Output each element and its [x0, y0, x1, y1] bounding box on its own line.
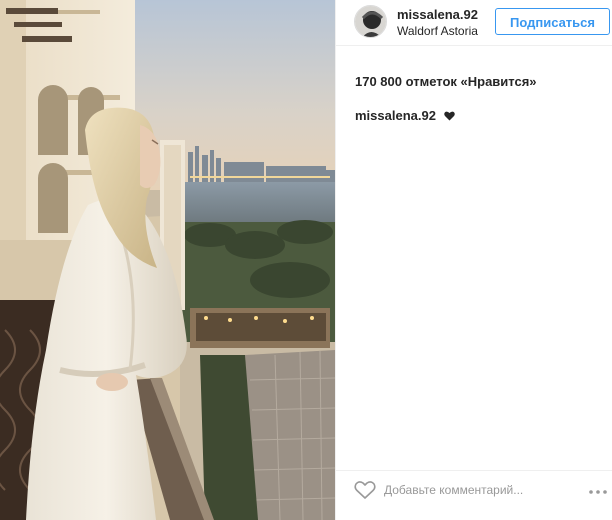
post-caption: missalena.92 [355, 108, 455, 124]
post-location[interactable]: Waldorf Astoria Ras Al Khaimah [397, 24, 479, 38]
heart-outline-icon[interactable] [354, 480, 376, 500]
likes-count[interactable]: 170 800 отметок «Нравится» [355, 74, 537, 89]
avatar-image [355, 6, 386, 37]
post-side-panel: missalena.92 Waldorf Astoria Ras Al Khai… [335, 0, 612, 520]
instagram-post: missalena.92 Waldorf Astoria Ras Al Khai… [0, 0, 612, 520]
ellipsis-icon[interactable] [587, 484, 609, 494]
photo-image [0, 0, 335, 520]
post-author-username[interactable]: missalena.92 [397, 7, 478, 22]
post-header: missalena.92 Waldorf Astoria Ras Al Khai… [336, 0, 612, 46]
avatar[interactable] [354, 5, 387, 38]
comment-footer [336, 470, 612, 510]
post-photo[interactable] [0, 0, 335, 520]
follow-button[interactable]: Подписаться [495, 8, 610, 35]
black-heart-icon [443, 109, 455, 124]
caption-username[interactable]: missalena.92 [355, 108, 436, 123]
comment-input[interactable] [384, 479, 574, 501]
